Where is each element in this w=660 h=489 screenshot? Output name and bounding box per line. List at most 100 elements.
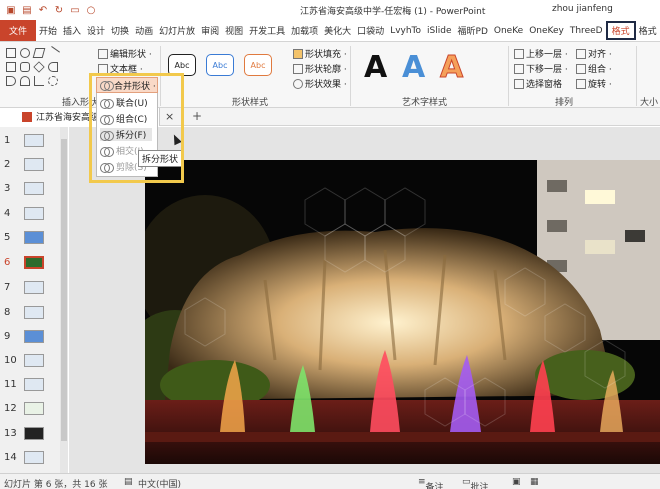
powerpoint-logo-icon: ▣ [6, 4, 16, 16]
brace-shape-icon[interactable] [6, 76, 16, 86]
selection-pane-icon [514, 78, 524, 89]
tab-onekey-2[interactable]: OneKey [526, 20, 567, 41]
curve-shape-icon[interactable] [20, 76, 30, 86]
connector-shape-icon[interactable] [34, 76, 44, 86]
shape-style-2[interactable]: Abc [206, 54, 234, 76]
tab-review[interactable]: 审阅 [198, 20, 222, 41]
tab-view[interactable]: 视图 [222, 20, 246, 41]
slide-image-night-fountain[interactable] [145, 160, 660, 464]
selection-pane-button[interactable]: 选择窗格 [514, 77, 562, 90]
annotation-highlight-box [89, 73, 184, 183]
edit-shape-button[interactable]: 编辑形状 · [98, 47, 152, 60]
wordart-orange[interactable]: A [439, 50, 463, 86]
rotate-label: 旋转 · [588, 80, 612, 90]
star-shape-icon[interactable] [48, 76, 58, 86]
parallelogram-shape-icon[interactable] [32, 48, 46, 58]
thumbnails-scrollbar[interactable] [60, 127, 68, 473]
presentation-icon[interactable]: ▭ [68, 3, 82, 17]
tab-design[interactable]: 设计 [84, 20, 108, 41]
rotate-button[interactable]: 旋转 · [576, 77, 612, 90]
undo-icon[interactable]: ↶ [36, 3, 50, 17]
tab-foxit[interactable]: 福昕PD [455, 20, 491, 41]
slide-thumbnail[interactable]: 7 [0, 278, 68, 298]
title-bar: ▣ ▤ ↶ ↻ ▭ ○ 江苏省海安高级中学-任宏梅 (1) - PowerPoi… [0, 0, 660, 20]
tab-home[interactable]: 开始 [36, 20, 60, 41]
oval-shape-icon[interactable] [20, 48, 30, 58]
tab-insert[interactable]: 插入 [60, 20, 84, 41]
slide-thumbnail[interactable]: 1 [0, 131, 68, 151]
bring-forward-icon [514, 48, 524, 59]
slide-thumbnails-pane: 1 2 3 4 5 6 7 8 9 10 11 12 13 14 [0, 127, 68, 473]
shape-style-3[interactable]: Abc [244, 54, 272, 76]
save-icon[interactable]: ▤ [20, 3, 34, 17]
group-icon [576, 63, 586, 74]
tab-threed[interactable]: ThreeD [567, 20, 606, 41]
rectangle-shape-icon[interactable] [6, 48, 16, 58]
fountain-photo [145, 160, 660, 464]
size-group-label: 大小 [640, 98, 659, 108]
tab-islide[interactable]: iSlide [424, 20, 454, 41]
tab-file[interactable]: 文件 [0, 20, 36, 41]
textbox-shape-icon[interactable] [6, 62, 16, 72]
tab-pocket-anim[interactable]: 口袋动 [354, 20, 387, 41]
rounded-rect-shape-icon[interactable] [20, 62, 30, 72]
arc-shape-icon[interactable] [48, 62, 58, 72]
align-button[interactable]: 对齐 · [576, 47, 612, 60]
tab-animations[interactable]: 动画 [132, 20, 156, 41]
slide-sorter-icon[interactable]: ▦ [530, 477, 539, 487]
ribbon-separator [508, 46, 509, 106]
shape-fill-button[interactable]: 形状填充 · [293, 47, 347, 60]
redo-icon[interactable]: ↻ [52, 3, 66, 17]
ribbon-separator [350, 46, 351, 106]
scrollbar-thumb[interactable] [61, 139, 67, 441]
normal-view-icon[interactable]: ▣ [512, 477, 521, 487]
slide-thumbnail[interactable]: 13 [0, 424, 68, 444]
comments-button[interactable]: ▭ 批注 [462, 477, 489, 489]
notes-button[interactable]: ≡ 备注 [418, 477, 444, 489]
slide-thumbnail[interactable]: 11 [0, 375, 68, 395]
bring-forward-label: 上移一层 · [526, 50, 568, 60]
shapes-gallery[interactable] [4, 46, 86, 90]
spell-check-icon[interactable]: ▤ [124, 477, 133, 487]
tab-onekey-1[interactable]: OneKe [491, 20, 526, 41]
wordart-blue[interactable]: A [402, 50, 425, 85]
align-label: 对齐 · [588, 50, 612, 60]
bring-forward-button[interactable]: 上移一层 · [514, 47, 568, 60]
shape-outline-button[interactable]: 形状轮廓 · [293, 62, 347, 75]
slide-thumbnail[interactable]: 12 [0, 399, 68, 419]
user-name[interactable]: zhou jianfeng [552, 4, 613, 14]
send-backward-button[interactable]: 下移一层 · [514, 62, 568, 75]
status-bar: 幻灯片 第 6 张，共 16 张 ▤ 中文(中国) ≡ 备注 ▭ 批注 ▣ ▦ [0, 473, 660, 489]
wordart-black[interactable]: A [364, 50, 387, 85]
tab-lvyhtools[interactable]: LvyhTo [387, 20, 424, 41]
slide-thumbnail[interactable]: 9 [0, 327, 68, 347]
slide-thumbnail[interactable]: 5 [0, 228, 68, 248]
window-title: 江苏省海安高级中学-任宏梅 (1) - PowerPoint [300, 7, 486, 17]
tab-format-picture[interactable]: 格式 [636, 20, 660, 41]
language-indicator[interactable]: 中文(中国) [138, 477, 181, 489]
diamond-shape-icon[interactable] [33, 61, 45, 73]
new-tab-icon[interactable]: + [192, 109, 202, 123]
slide-thumbnail[interactable]: 4 [0, 204, 68, 224]
pen-icon [293, 63, 303, 74]
arrange-group-label: 排列 [555, 98, 574, 108]
slide-thumbnail-selected[interactable]: 6 [0, 253, 68, 273]
slide-thumbnail[interactable]: 14 [0, 448, 68, 468]
send-backward-icon [514, 63, 524, 74]
line-shape-icon[interactable] [46, 46, 60, 60]
tab-addins[interactable]: 加载项 [288, 20, 321, 41]
tab-format-drawing[interactable]: 格式 [605, 21, 636, 40]
tab-beautify[interactable]: 美化大 [321, 20, 354, 41]
shape-effects-button[interactable]: 形状效果 · [293, 77, 347, 90]
slide-thumbnail[interactable]: 2 [0, 155, 68, 175]
text-box-icon [98, 63, 108, 74]
slide-thumbnail[interactable]: 3 [0, 179, 68, 199]
selection-pane-label: 选择窗格 [526, 80, 563, 90]
slide-thumbnail[interactable]: 8 [0, 303, 68, 323]
shapes-icon[interactable]: ○ [84, 3, 98, 17]
slide-thumbnail[interactable]: 10 [0, 351, 68, 371]
tab-transitions[interactable]: 切换 [108, 20, 132, 41]
group-button[interactable]: 组合 · [576, 62, 612, 75]
tab-developer[interactable]: 开发工具 [246, 20, 288, 41]
tab-slideshow[interactable]: 幻灯片放 [156, 20, 198, 41]
